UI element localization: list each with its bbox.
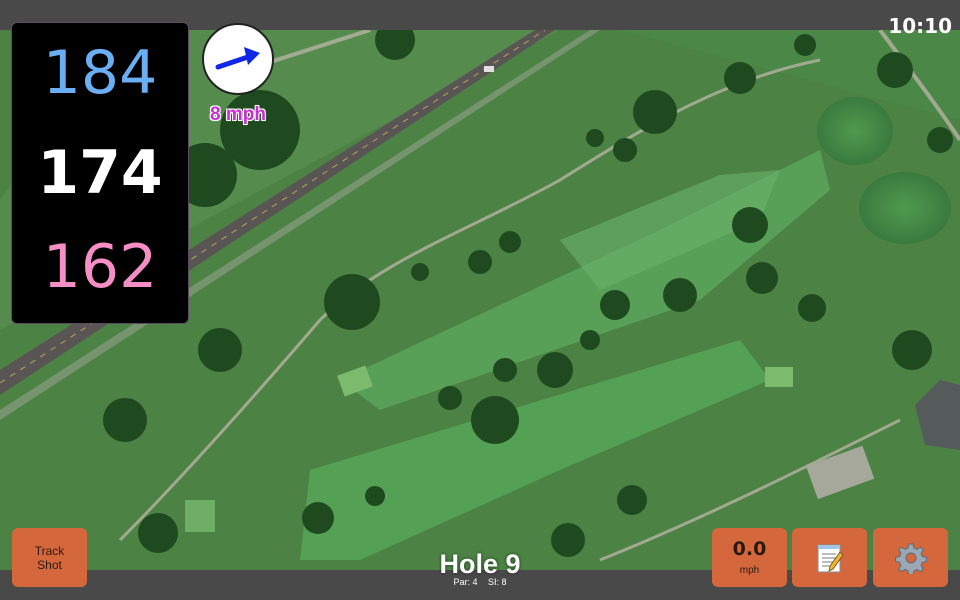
settings-button[interactable] [873,528,948,587]
wind-indicator [202,23,274,95]
gps-screen: 10:10 184 174 162 8 mph Track Shot Hole … [0,0,960,600]
notes-button[interactable] [792,528,867,587]
hole-stroke-index: SI: 8 [488,577,507,587]
speed-button[interactable]: 0.0 mph [712,528,787,587]
gear-icon [894,543,927,574]
distance-panel: 184 174 162 [11,22,189,324]
track-shot-label: Track Shot [34,543,65,572]
wind-speed: 8 mph [210,104,266,125]
clock: 10:10 [888,14,952,38]
hole-title: Hole 9 [439,549,521,579]
distance-front: 162 [42,232,158,302]
notepad-icon [817,544,844,572]
speed-value: 0.0 [732,537,767,560]
speed-unit: mph [739,564,760,576]
distance-middle: 174 [37,138,163,208]
distance-back: 184 [42,38,158,108]
hole-par: Par: 4 [453,577,478,587]
track-shot-button[interactable]: Track Shot [12,528,87,587]
hole-info: Par: 4 SI: 8 [380,577,580,587]
wind-arrow-icon [215,47,260,70]
